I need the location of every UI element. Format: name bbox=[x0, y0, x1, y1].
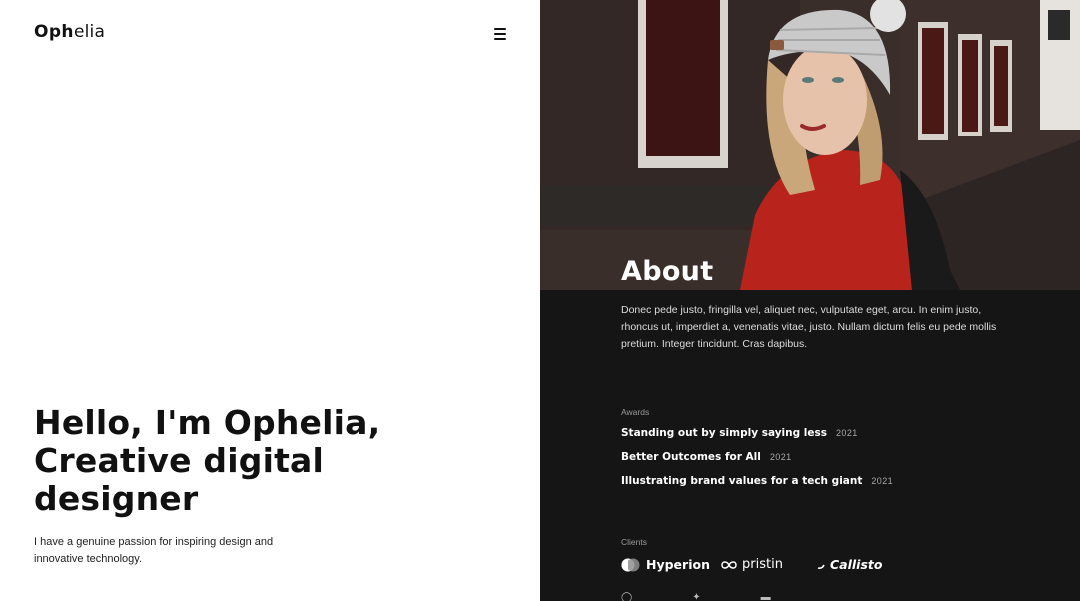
page: Oph elia Hello, I'm Ophelia, Creative di… bbox=[0, 0, 1080, 601]
client-name: pristin bbox=[742, 557, 783, 572]
partial-logo-icon: ✦ bbox=[692, 592, 701, 601]
client-logo-pristin[interactable]: pristin bbox=[721, 557, 817, 572]
half-circle-logo-icon bbox=[621, 558, 640, 571]
award-year: 2021 bbox=[871, 476, 894, 486]
client-logo-callisto[interactable]: Callisto bbox=[817, 557, 882, 572]
awards-list: Standing out by simply saying less 2021 … bbox=[621, 427, 893, 499]
hero-subtitle: I have a genuine passion for inspiring d… bbox=[34, 536, 274, 565]
partial-logo-icon: ▬ bbox=[760, 592, 771, 601]
infinity-logo-icon bbox=[721, 560, 737, 569]
partial-logo-icon: ◯ bbox=[621, 592, 633, 601]
hero-line-2: Creative digital bbox=[34, 441, 325, 480]
menu-bar bbox=[494, 33, 506, 35]
clients-label: Clients bbox=[621, 537, 647, 547]
award-year: 2021 bbox=[769, 452, 792, 462]
c-swoosh-logo-icon bbox=[817, 564, 825, 569]
hero-line-3: designer bbox=[34, 479, 199, 518]
about-panel: About Donec pede justo, fringilla vel, a… bbox=[540, 0, 1080, 601]
hamburger-icon[interactable] bbox=[494, 28, 506, 40]
about-heading: About bbox=[621, 256, 714, 287]
award-item: Standing out by simply saying less 2021 bbox=[621, 427, 893, 451]
portrait-illustration bbox=[540, 0, 1080, 290]
portrait-photo bbox=[540, 0, 1080, 290]
award-title[interactable]: Standing out by simply saying less bbox=[621, 427, 827, 439]
brand-logo-bold: Oph bbox=[34, 22, 74, 42]
hero-line-1: Hello, I'm Ophelia, bbox=[34, 403, 381, 442]
clients-logos: Hyperion pristin Callisto bbox=[621, 557, 882, 572]
award-item: Illustrating brand values for a tech gia… bbox=[621, 475, 893, 499]
menu-bar bbox=[494, 38, 506, 40]
award-title[interactable]: Better Outcomes for All bbox=[621, 451, 761, 463]
client-name: Callisto bbox=[830, 557, 883, 572]
about-paragraph: Donec pede justo, fringilla vel, aliquet… bbox=[621, 304, 997, 350]
hero-heading: Hello, I'm Ophelia, Creative digital des… bbox=[34, 404, 494, 518]
award-title[interactable]: Illustrating brand values for a tech gia… bbox=[621, 475, 862, 487]
clients-logos-row-2: ◯ ✦ ▬ bbox=[621, 592, 771, 601]
award-year: 2021 bbox=[836, 428, 858, 438]
awards-label: Awards bbox=[621, 407, 650, 417]
left-panel: Oph elia Hello, I'm Ophelia, Creative di… bbox=[0, 0, 540, 601]
client-logo-hyperion[interactable]: Hyperion bbox=[621, 557, 721, 572]
award-item: Better Outcomes for All 2021 bbox=[621, 451, 893, 475]
brand-logo-light: elia bbox=[73, 22, 106, 42]
menu-bar bbox=[494, 28, 506, 30]
client-name: Hyperion bbox=[646, 557, 710, 572]
brand-logo[interactable]: Oph elia bbox=[34, 22, 105, 42]
